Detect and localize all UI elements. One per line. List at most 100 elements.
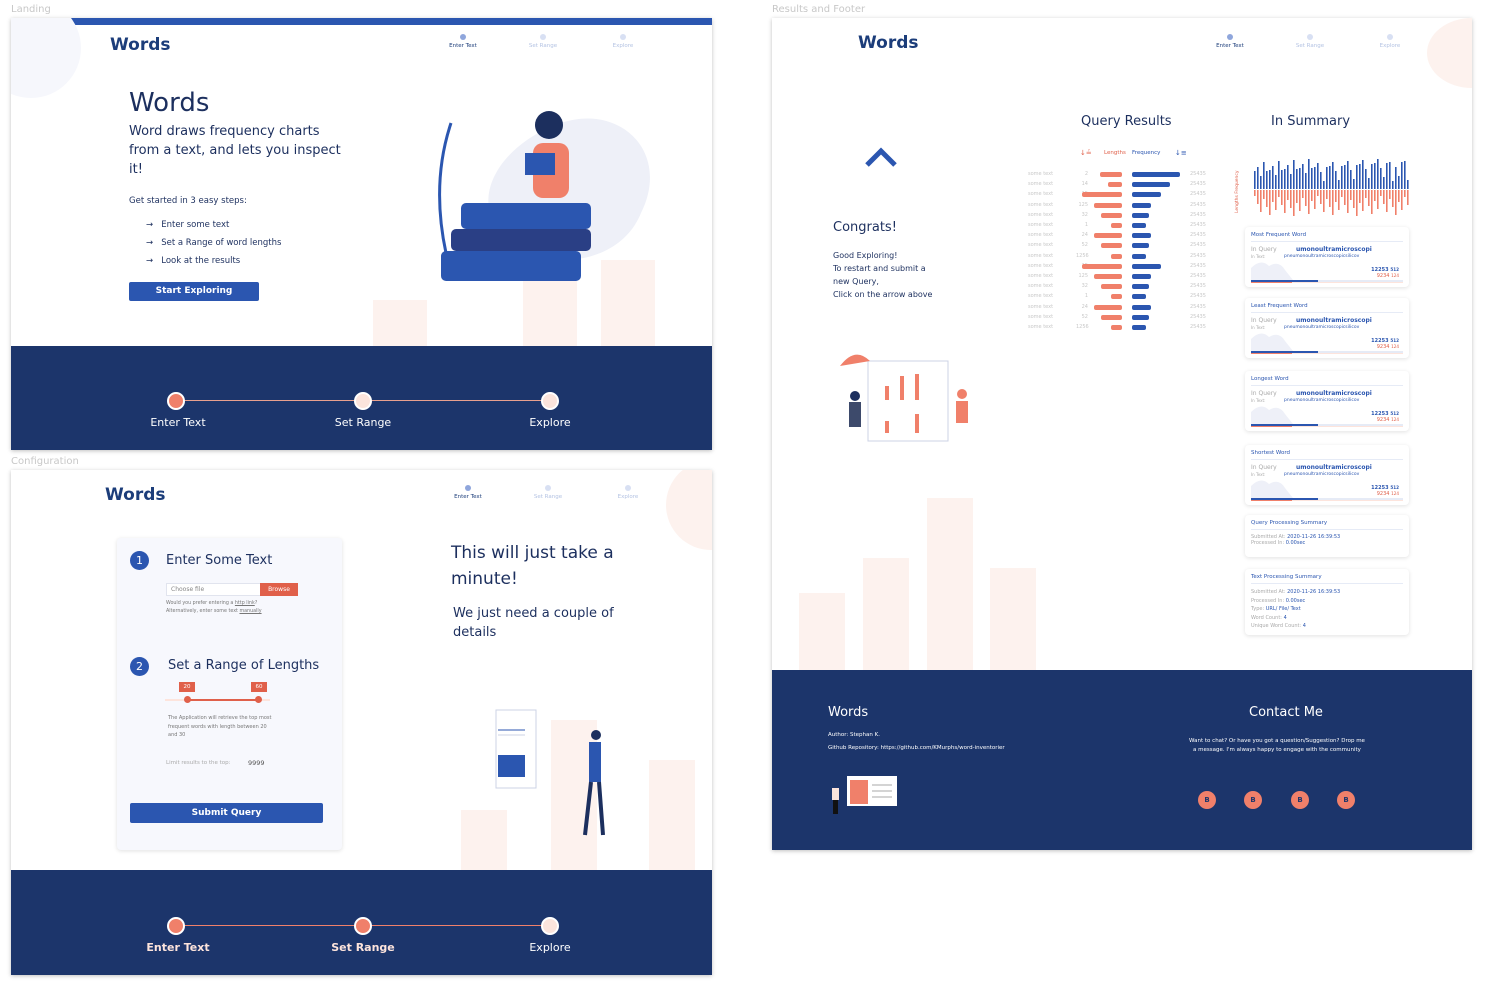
frequency-bar — [1132, 325, 1146, 330]
chevron-up-icon[interactable] — [864, 146, 898, 168]
length-bar — [1353, 190, 1355, 208]
sort-lengths-icon[interactable]: ↓≟ — [1080, 149, 1092, 157]
step-set-range[interactable]: Set Range — [523, 34, 563, 49]
table-row[interactable]: some text 52 25435 — [1028, 313, 1218, 323]
submit-query-button[interactable]: Submit Query — [130, 803, 323, 823]
length-bar — [1344, 190, 1346, 205]
frequency-bar — [1299, 168, 1301, 189]
progress-dot-explore[interactable] — [541, 392, 559, 410]
length-bar — [1101, 212, 1122, 218]
length-bar — [1082, 263, 1122, 269]
footer-repo-link[interactable]: Github Repository: https://github.com/KM… — [828, 745, 1005, 751]
brand-logo[interactable]: Words — [105, 485, 166, 505]
start-exploring-button[interactable]: Start Exploring — [129, 282, 259, 301]
progress-dot-enter-text[interactable] — [167, 917, 185, 935]
sort-by-lengths[interactable]: Lengths — [1104, 150, 1126, 156]
length-bar — [1332, 190, 1334, 215]
profile-card-illustration — [832, 776, 897, 814]
table-row[interactable]: some text 1 25435 — [1028, 292, 1218, 302]
frequency-bar — [1383, 177, 1385, 189]
manual-link[interactable]: manually — [239, 609, 261, 614]
length-bar — [1335, 190, 1337, 202]
progress-label: Set Range — [334, 416, 392, 429]
table-row[interactable]: some text 32 25435 — [1028, 211, 1218, 221]
word-stat-card[interactable]: Least Frequent Word In Query In Text: um… — [1245, 298, 1409, 358]
frequency-bar — [1314, 167, 1316, 189]
progress-label: Set Range — [331, 941, 395, 954]
length-bar — [1293, 190, 1295, 216]
frequency-bar — [1359, 164, 1361, 189]
frequency-bar — [1275, 175, 1277, 189]
word-stat-card[interactable]: Longest Word In Query In Text: umonoultr… — [1245, 371, 1409, 431]
table-row[interactable]: some text 15 25435 — [1028, 190, 1218, 200]
query-results-table: some text 2 25435 some text 14 25435 some … — [1028, 170, 1218, 340]
sort-by-frequency[interactable]: Frequency — [1132, 150, 1160, 156]
step-enter-text[interactable]: Enter Text — [1210, 34, 1250, 49]
footer-brand: Words — [828, 705, 869, 720]
row-length: 1 — [1084, 222, 1088, 228]
frequency-bar — [1323, 181, 1325, 189]
step-explore[interactable]: Explore — [608, 485, 648, 500]
table-row[interactable]: some text 1256 25435 — [1028, 323, 1218, 333]
range-min-label: 20 — [179, 682, 195, 692]
brand-logo[interactable]: Words — [858, 33, 919, 53]
range-min-handle[interactable] — [184, 696, 191, 703]
sort-frequency-icon[interactable]: ↓≡ — [1175, 149, 1187, 157]
row-frequency: 25435 — [1190, 252, 1206, 259]
progress-dot-set-range[interactable] — [354, 917, 372, 935]
frequency-bar — [1392, 181, 1394, 189]
row-frequency: 25435 — [1190, 242, 1206, 249]
congrats-title: Congrats! — [833, 220, 897, 235]
step-set-range[interactable]: Set Range — [1290, 34, 1330, 49]
table-row[interactable]: some text 125 25435 — [1028, 201, 1218, 211]
query-form-card: 1 Enter Some Text Choose file Browse Wou… — [117, 538, 342, 850]
progress-dot-enter-text[interactable] — [167, 392, 185, 410]
table-row[interactable]: some text 32 25435 — [1028, 282, 1218, 292]
table-row[interactable]: some text 14 25435 — [1028, 180, 1218, 190]
brand-logo[interactable]: Words — [110, 35, 171, 55]
step-enter-text[interactable]: Enter Text — [443, 34, 483, 49]
table-row[interactable]: some text 1 25435 — [1028, 221, 1218, 231]
configuration-page: Words Enter Text Set Range Explore 1 Ent… — [11, 470, 712, 975]
browse-button[interactable]: Browse — [260, 583, 298, 596]
row-frequency: 25435 — [1190, 222, 1206, 228]
word-stat-card[interactable]: Shortest Word In Query In Text: umonoult… — [1245, 445, 1409, 505]
row-length: 1256 — [1076, 252, 1089, 259]
step-set-range[interactable]: Set Range — [528, 485, 568, 500]
table-row[interactable]: some text 1256 25435 — [1028, 252, 1218, 262]
length-bar — [1362, 190, 1364, 211]
length-bar — [1281, 190, 1283, 205]
row-frequency: 25435 — [1190, 191, 1206, 198]
table-row[interactable]: some text 125 25435 — [1028, 272, 1218, 282]
social-icon[interactable]: B — [1198, 791, 1216, 809]
frequency-bar — [1356, 165, 1358, 189]
step1-title: Enter Some Text — [166, 553, 273, 568]
row-length: 125 — [1078, 201, 1088, 208]
table-row[interactable]: some text 52 25435 — [1028, 241, 1218, 251]
table-row[interactable]: some text 24 25435 — [1028, 231, 1218, 241]
step-enter-text[interactable]: Enter Text — [448, 485, 488, 500]
progress-dot-set-range[interactable] — [354, 392, 372, 410]
landing-progress-footer: Enter Text Set Range Explore — [11, 346, 712, 450]
length-bar — [1392, 190, 1394, 207]
row-frequency: 25435 — [1190, 211, 1206, 218]
social-icon[interactable]: B — [1291, 791, 1309, 809]
step-explore[interactable]: Explore — [1370, 34, 1410, 49]
row-length: 52 — [1081, 313, 1088, 320]
limit-input[interactable]: 9999 — [248, 759, 265, 767]
range-max-handle[interactable] — [255, 696, 262, 703]
word-stat-card[interactable]: Most Frequent Word In Query In Text: umo… — [1245, 227, 1409, 287]
row-length: 32 — [1081, 283, 1088, 290]
http-link[interactable]: http link — [235, 601, 255, 606]
social-icon[interactable]: B — [1244, 791, 1262, 809]
table-row[interactable]: some text 2 25435 — [1028, 170, 1218, 180]
frequency-bar — [1132, 182, 1170, 188]
social-icon[interactable]: B — [1337, 791, 1355, 809]
row-word: some text — [1028, 262, 1054, 269]
length-bar — [1093, 274, 1122, 279]
progress-dot-explore[interactable] — [541, 917, 559, 935]
table-row[interactable]: some text 24 25435 — [1028, 303, 1218, 313]
step-explore[interactable]: Explore — [603, 34, 643, 49]
length-bar — [1308, 190, 1310, 214]
table-row[interactable]: some text 15 25435 — [1028, 262, 1218, 272]
